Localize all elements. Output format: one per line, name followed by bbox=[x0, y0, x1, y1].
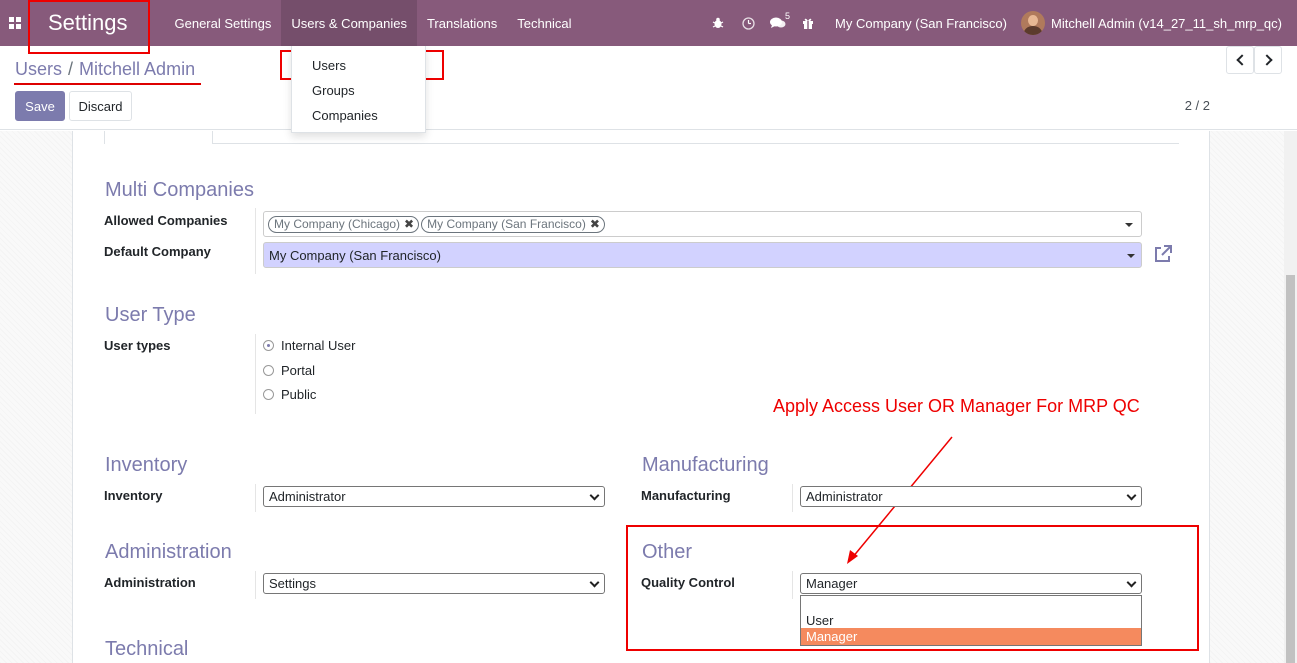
administration-select[interactable]: Settings bbox=[263, 573, 605, 594]
multi-companies-title: Multi Companies bbox=[105, 179, 254, 201]
radio-button-checked[interactable] bbox=[263, 340, 274, 351]
company-tag: My Company (San Francisco) ✖ bbox=[421, 215, 605, 233]
gift-icon[interactable] bbox=[793, 0, 823, 46]
breadcrumb-separator: / bbox=[68, 59, 74, 79]
external-link-icon[interactable] bbox=[1152, 243, 1176, 267]
app-name[interactable]: Settings bbox=[30, 0, 138, 46]
quality-control-label: Quality Control bbox=[641, 575, 735, 590]
chevron-left-icon bbox=[1235, 54, 1248, 66]
default-company-value: My Company (San Francisco) bbox=[269, 247, 441, 263]
inventory-title: Inventory bbox=[105, 454, 188, 476]
label-divider bbox=[792, 571, 793, 599]
other-title: Other bbox=[642, 541, 693, 563]
label-divider bbox=[255, 208, 256, 274]
top-navbar: Settings General Settings Users & Compan… bbox=[0, 0, 1297, 46]
caret-down-icon[interactable] bbox=[1127, 254, 1135, 258]
company-tag-label: My Company (San Francisco) bbox=[427, 217, 586, 231]
caret-down-icon[interactable] bbox=[1125, 223, 1133, 227]
radio-button[interactable] bbox=[263, 389, 274, 400]
manufacturing-select-value: Administrator bbox=[806, 489, 883, 504]
radio-label: Portal bbox=[281, 363, 315, 378]
menu-technical[interactable]: Technical bbox=[507, 0, 581, 46]
manufacturing-title: Manufacturing bbox=[642, 454, 769, 476]
remove-tag-icon[interactable]: ✖ bbox=[404, 217, 414, 231]
user-types-label: User types bbox=[104, 338, 171, 353]
pager-next-button[interactable] bbox=[1254, 46, 1282, 74]
technical-title: Technical bbox=[105, 638, 189, 660]
main-menu: General Settings Users & Companies Trans… bbox=[165, 0, 582, 46]
vertical-scrollbar[interactable] bbox=[1284, 131, 1297, 663]
administration-select-value: Settings bbox=[269, 576, 316, 591]
apps-menu-icon[interactable] bbox=[0, 0, 30, 46]
inventory-select[interactable]: Administrator bbox=[263, 486, 605, 507]
menu-general-settings[interactable]: General Settings bbox=[165, 0, 282, 46]
company-tag-label: My Company (Chicago) bbox=[274, 217, 401, 231]
radio-public[interactable]: Public bbox=[263, 387, 316, 402]
systray: 5 My Company (San Francisco) Mitchell Ad… bbox=[703, 0, 1297, 46]
label-divider bbox=[792, 484, 793, 512]
breadcrumb: Users / Mitchell Admin bbox=[15, 59, 195, 80]
activity-clock-icon[interactable] bbox=[733, 0, 763, 46]
annotation-note: Apply Access User OR Manager For MRP QC bbox=[773, 396, 1140, 416]
user-type-title: User Type bbox=[105, 304, 196, 326]
user-menu[interactable]: Mitchell Admin (v14_27_11_sh_mrp_qc) bbox=[1021, 11, 1297, 35]
manufacturing-select[interactable]: Administrator bbox=[800, 486, 1142, 507]
messages-count-badge: 5 bbox=[785, 11, 791, 21]
radio-label: Public bbox=[281, 387, 317, 402]
menu-translations[interactable]: Translations bbox=[417, 0, 507, 46]
dropdown-item-companies[interactable]: Companies bbox=[292, 103, 425, 128]
menu-users-companies[interactable]: Users & Companies bbox=[281, 0, 417, 46]
scrollbar-thumb[interactable] bbox=[1286, 275, 1295, 663]
quality-control-select-value: Manager bbox=[806, 576, 858, 591]
notebook-tab-line bbox=[213, 143, 1179, 144]
manufacturing-label: Manufacturing bbox=[641, 488, 731, 503]
radio-button[interactable] bbox=[263, 365, 274, 376]
label-divider bbox=[255, 334, 256, 414]
pager-value: 2 / 2 bbox=[1184, 98, 1210, 113]
label-divider bbox=[255, 484, 256, 512]
option-user[interactable]: User bbox=[801, 612, 1141, 629]
allowed-companies-field[interactable]: My Company (Chicago) ✖ My Company (San Fr… bbox=[263, 211, 1142, 237]
chevron-down-icon bbox=[1126, 577, 1137, 588]
discard-button[interactable]: Discard bbox=[69, 91, 132, 121]
option-empty[interactable] bbox=[801, 596, 1141, 613]
dropdown-item-groups[interactable]: Groups bbox=[292, 78, 425, 103]
debug-bug-icon[interactable] bbox=[703, 0, 733, 46]
dropdown-item-users[interactable]: Users bbox=[292, 53, 425, 78]
users-companies-dropdown: Users Groups Companies bbox=[291, 46, 426, 133]
radio-label: Internal User bbox=[281, 338, 356, 353]
breadcrumb-users-link[interactable]: Users bbox=[15, 59, 62, 80]
messages-comments-icon[interactable]: 5 bbox=[763, 0, 793, 46]
label-divider bbox=[255, 571, 256, 599]
default-company-field[interactable]: My Company (San Francisco) bbox=[263, 242, 1142, 268]
default-company-label: Default Company bbox=[104, 244, 211, 259]
radio-portal[interactable]: Portal bbox=[263, 363, 315, 378]
administration-label: Administration bbox=[104, 575, 196, 590]
company-tag: My Company (Chicago) ✖ bbox=[268, 215, 420, 233]
chevron-right-icon bbox=[1260, 54, 1273, 66]
option-manager[interactable]: Manager bbox=[801, 628, 1141, 645]
user-name: Mitchell Admin (v14_27_11_sh_mrp_qc) bbox=[1051, 15, 1282, 31]
pager-previous-button[interactable] bbox=[1226, 46, 1254, 74]
control-panel: Users / Mitchell Admin Save Discard 2 / … bbox=[0, 46, 1297, 130]
administration-title: Administration bbox=[105, 541, 232, 563]
quality-control-select[interactable]: Manager bbox=[800, 573, 1142, 594]
annotation-underline bbox=[14, 83, 201, 85]
chevron-down-icon bbox=[589, 490, 600, 501]
quality-control-options: User Manager bbox=[800, 595, 1142, 646]
inventory-select-value: Administrator bbox=[269, 489, 346, 504]
save-button[interactable]: Save bbox=[15, 91, 65, 121]
remove-tag-icon[interactable]: ✖ bbox=[590, 217, 600, 231]
user-avatar bbox=[1021, 11, 1045, 35]
chevron-down-icon bbox=[589, 577, 600, 588]
chevron-down-icon bbox=[1126, 490, 1137, 501]
allowed-companies-label: Allowed Companies bbox=[104, 213, 228, 228]
radio-internal-user[interactable]: Internal User bbox=[263, 338, 355, 353]
breadcrumb-current: Mitchell Admin bbox=[79, 59, 196, 79]
inventory-label: Inventory bbox=[104, 488, 163, 503]
company-switcher[interactable]: My Company (San Francisco) bbox=[823, 16, 1021, 31]
notebook-tab-active[interactable] bbox=[104, 131, 213, 144]
